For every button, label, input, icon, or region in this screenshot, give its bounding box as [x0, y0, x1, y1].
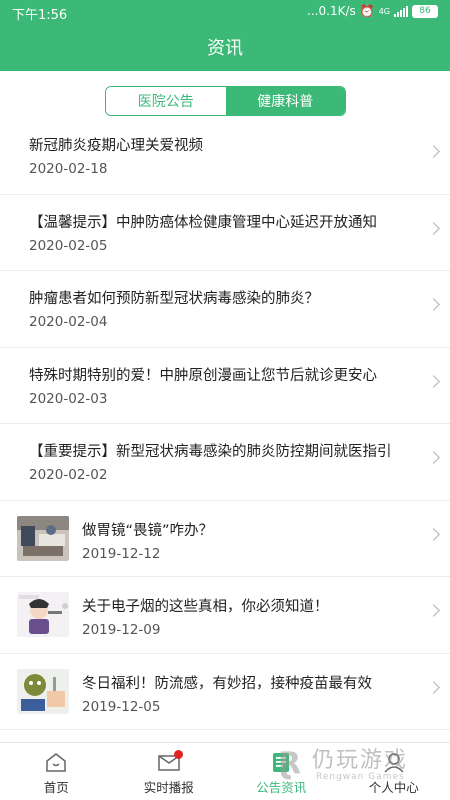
network-type: 4G	[378, 6, 390, 16]
nav-label: 首页	[43, 780, 69, 795]
tab-hospital-notice[interactable]: 医院公告	[106, 87, 226, 115]
article-title: 【重要提示】新型冠状病毒感染的肺炎防控期间就医指引	[29, 444, 392, 460]
list-item[interactable]: 冬日福利！防流感，有妙招，接种疫苗最有效 2019-12-05	[0, 654, 450, 730]
list-item[interactable]: 特殊时期特别的爱！中肿原创漫画让您节后就诊更安心 2020-02-03	[0, 348, 450, 424]
list-item[interactable]: 新冠肺炎疫期心理关爱视频 2020-02-18	[0, 118, 450, 195]
article-title: 肿瘤患者如何预防新型冠状病毒感染的肺炎？	[29, 291, 319, 307]
article-date: 2020-02-04	[29, 314, 108, 330]
segment-tabs: 医院公告 健康科普	[105, 86, 346, 116]
tab-health-science[interactable]: 健康科普	[225, 87, 345, 115]
list-item[interactable]: 做胃镜“畏镜”咋办？ 2019-12-12	[0, 501, 450, 577]
nav-news[interactable]: 公告资讯	[225, 743, 338, 800]
network-speed: ...0.1K/s	[307, 4, 356, 18]
news-icon	[273, 753, 290, 772]
chevron-right-icon	[427, 451, 440, 464]
chevron-right-icon	[427, 604, 440, 617]
flu-thumbnail	[17, 668, 69, 714]
list-item[interactable]: 【重要提示】新型冠状病毒感染的肺炎防控期间就医指引 2020-02-02	[0, 424, 450, 501]
nav-home[interactable]: 首页	[0, 743, 113, 800]
page-title: 资讯	[207, 38, 243, 59]
nav-label: 实时播报	[143, 780, 194, 795]
article-date: 2019-12-05	[82, 698, 161, 715]
notification-badge	[173, 750, 183, 759]
status-indicators: ...0.1K/s ⏰ 4G 86	[307, 4, 438, 18]
chevron-right-icon	[427, 680, 440, 694]
battery-icon: 86	[412, 4, 438, 18]
e-cigarette-thumbnail	[17, 592, 69, 637]
app-header: 下午1:56 ...0.1K/s ⏰ 4G 86 资讯	[0, 0, 450, 71]
article-date: 2020-02-03	[29, 390, 108, 407]
article-date: 2019-12-12	[82, 545, 161, 562]
signal-icon	[394, 5, 408, 17]
article-date: 2020-02-05	[29, 237, 108, 254]
article-list: 新冠肺炎疫期心理关爱视频 2020-02-18 【温馨提示】中肿防癌体检健康管理…	[0, 118, 450, 730]
article-date: 2019-12-09	[82, 622, 161, 638]
gastroscope-thumbnail	[17, 515, 69, 561]
article-title: 关于电子烟的这些真相，你必须知道！	[82, 599, 329, 615]
chevron-right-icon	[427, 374, 440, 388]
nav-profile[interactable]: 个人中心	[338, 743, 450, 800]
chevron-right-icon	[427, 221, 440, 235]
status-time: 下午1:56	[12, 8, 68, 23]
user-icon	[384, 753, 404, 773]
alarm-icon: ⏰	[359, 4, 375, 18]
article-title: 新冠肺炎疫期心理关爱视频	[29, 138, 203, 154]
home-icon	[46, 753, 66, 772]
nav-broadcast[interactable]: 实时播报	[113, 743, 226, 800]
article-date: 2020-02-02	[29, 467, 108, 483]
list-item[interactable]: 【温馨提示】中肿防癌体检健康管理中心延迟开放通知 2020-02-05	[0, 195, 450, 271]
article-title: 做胃镜“畏镜”咋办？	[82, 522, 214, 539]
nav-label: 个人中心	[368, 780, 419, 795]
article-title: 特殊时期特别的爱！中肿原创漫画让您节后就诊更安心	[29, 367, 377, 384]
list-item[interactable]: 肿瘤患者如何预防新型冠状病毒感染的肺炎？ 2020-02-04	[0, 271, 450, 348]
list-item[interactable]: 关于电子烟的这些真相，你必须知道！ 2019-12-09	[0, 577, 450, 654]
chevron-right-icon	[427, 145, 440, 158]
article-title: 【温馨提示】中肿防癌体检健康管理中心延迟开放通知	[29, 214, 377, 231]
chevron-right-icon	[427, 298, 440, 311]
article-title: 冬日福利！防流感，有妙招，接种疫苗最有效	[82, 675, 372, 692]
chevron-right-icon	[427, 527, 440, 541]
article-date: 2020-02-18	[29, 161, 108, 177]
bottom-nav: 首页 实时播报 公告资讯 个人中心	[0, 742, 450, 800]
status-bar: 下午1:56 ...0.1K/s ⏰ 4G 86	[0, 0, 450, 26]
nav-label: 公告资讯	[256, 780, 307, 795]
